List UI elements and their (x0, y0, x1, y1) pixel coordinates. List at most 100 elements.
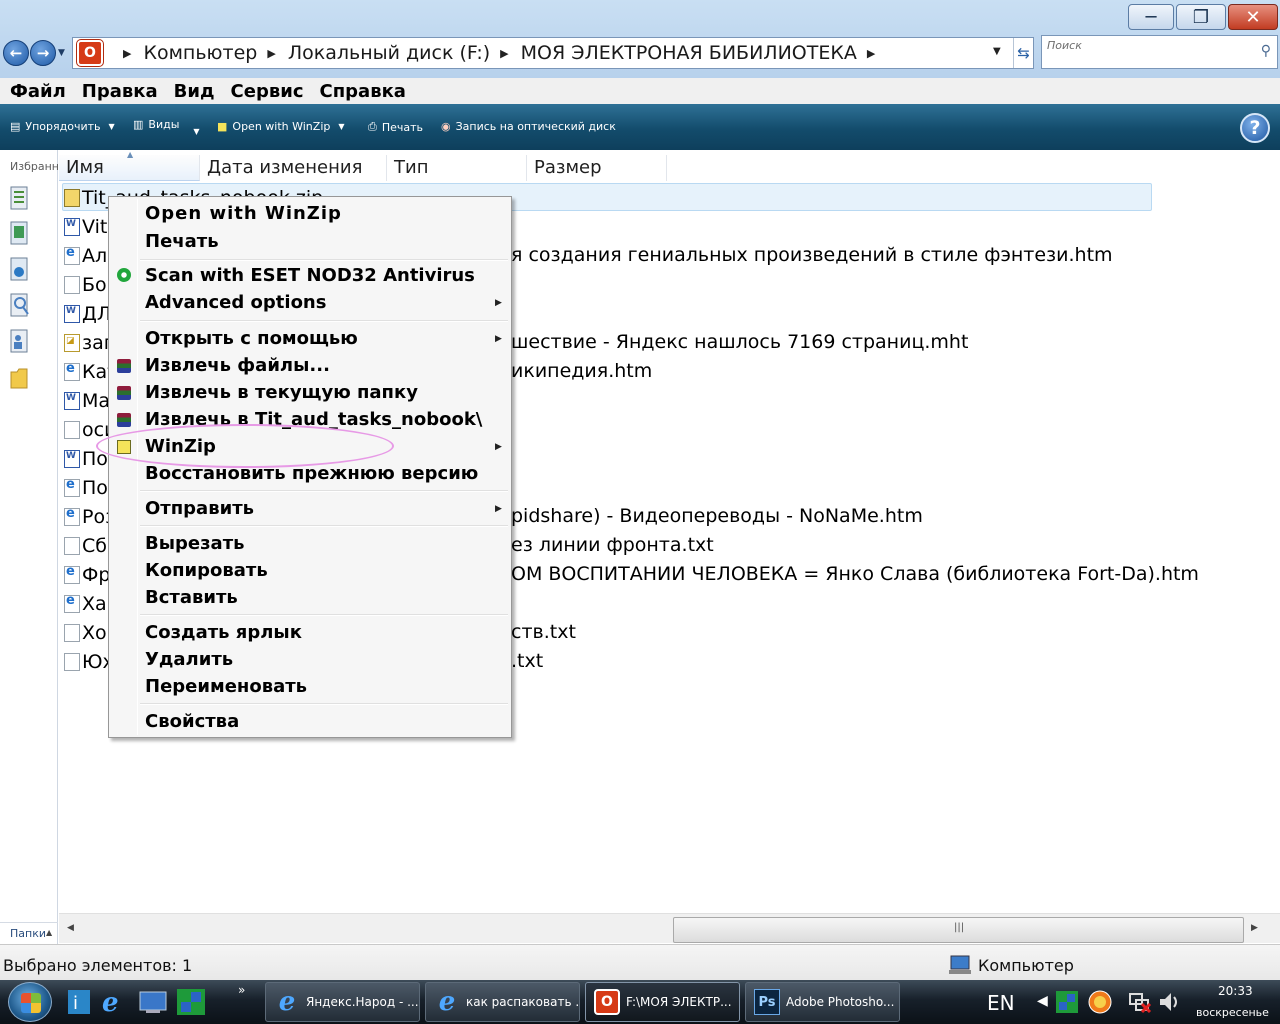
chevron-up-icon[interactable]: ▲ (46, 928, 52, 937)
volume-icon[interactable] (1158, 990, 1182, 1014)
menu-tools[interactable]: Сервис (231, 81, 304, 102)
menu-separator (140, 320, 508, 322)
task-button[interactable]: O F:\МОЯ ЭЛЕКТР... (585, 982, 740, 1022)
file-row[interactable]: По (64, 473, 108, 502)
close-button[interactable]: ✕ (1228, 4, 1278, 30)
menu-separator (140, 614, 508, 616)
file-name: Vit (82, 215, 108, 238)
file-row[interactable]: ДЛ (64, 299, 111, 328)
ie-icon: e (438, 987, 456, 1017)
column-type[interactable]: Тип (387, 155, 527, 181)
htm-file-icon (64, 245, 80, 265)
views-button[interactable]: ▥ Виды ▼ (133, 113, 200, 136)
file-name-tail: шествие - Яндекс нашлось 7169 страниц.mh… (511, 331, 969, 353)
scrollbar-thumb[interactable]: ||| (673, 917, 1244, 943)
public-folder-icon[interactable] (9, 328, 31, 354)
windows-start-icon[interactable] (8, 982, 52, 1022)
clock-time[interactable]: 20:33 (1218, 984, 1253, 998)
network-tool-icon[interactable]: i (64, 988, 94, 1016)
file-row[interactable]: заг (64, 328, 114, 357)
switch-windows-icon[interactable] (1055, 990, 1079, 1014)
file-row[interactable]: Юх (64, 647, 114, 676)
menu-file[interactable]: Файл (10, 81, 66, 102)
breadcrumb-separator[interactable]: ▶ (267, 47, 275, 60)
breadcrumb-separator[interactable]: ▶ (123, 47, 131, 60)
scroll-left-icon[interactable]: ◀ (67, 923, 74, 933)
tray-expand-icon[interactable]: ◀ (1037, 993, 1048, 1009)
sync-tray-icon[interactable] (1088, 990, 1112, 1014)
menu-item-create-shortcut[interactable]: Создать ярлык (145, 622, 302, 643)
menu-item-delete[interactable]: Удалить (145, 649, 233, 670)
file-row[interactable]: Ал (64, 241, 107, 270)
menu-item-scan-eset[interactable]: Scan with ESET NOD32 Antivirus (145, 265, 475, 286)
forward-button[interactable]: → (30, 40, 56, 66)
chevron-down-icon: ▼ (193, 127, 200, 136)
file-row[interactable]: Фр (64, 560, 110, 589)
folder-icon[interactable] (9, 364, 31, 390)
address-dropdown[interactable]: ▼ (993, 46, 1001, 57)
refresh-icon: ⇆ (1017, 44, 1030, 62)
network-icon[interactable] (1128, 990, 1152, 1014)
search-folder-icon[interactable] (9, 292, 31, 318)
scroll-right-icon[interactable]: ▶ (1251, 923, 1258, 933)
menu-item-rename[interactable]: Переименовать (145, 676, 307, 697)
menu-item-print[interactable]: Печать (145, 231, 219, 252)
menu-item-open-winzip[interactable]: Open with WinZip (145, 203, 342, 224)
task-label: F:\МОЯ ЭЛЕКТР... (626, 995, 732, 1009)
print-button[interactable]: ⎙ Печать (368, 120, 423, 134)
search-input[interactable]: Поиск ⚲ (1041, 35, 1278, 69)
navigation-pane: Избранн (0, 150, 58, 944)
language-indicator[interactable]: EN (987, 991, 1015, 1015)
menu-edit[interactable]: Правка (82, 81, 158, 102)
menu-item-advanced-options[interactable]: Advanced options (145, 292, 326, 313)
horizontal-scrollbar[interactable]: ◀ ||| ▶ (59, 913, 1280, 943)
burn-disc-button[interactable]: ◉ Запись на оптический диск (441, 120, 616, 133)
file-name-tail: pidshare) - Видеопереводы - NoNaMe.htm (511, 505, 923, 527)
computer-icon (949, 955, 971, 974)
file-row[interactable]: Vit (64, 212, 107, 241)
ie-icon[interactable]: e (102, 988, 132, 1018)
quick-launch-more[interactable]: » (238, 983, 245, 997)
file-row[interactable]: Ма (64, 386, 110, 415)
column-size[interactable]: Размер (527, 155, 667, 181)
menu-item-extract-files[interactable]: Извлечь файлы... (145, 355, 330, 376)
pictures-icon[interactable] (9, 220, 31, 246)
address-bar[interactable]: O ▶ Компьютер ▶ Локальный диск (F:) ▶ МО… (72, 37, 1034, 69)
folders-label: Папки (10, 927, 46, 940)
task-button[interactable]: e как распаковать ... (425, 982, 580, 1022)
menu-item-extract-here[interactable]: Извлечь в текущую папку (145, 382, 418, 403)
menu-view[interactable]: Вид (174, 81, 215, 102)
print-label: Печать (381, 120, 423, 134)
forward-icon: → (36, 44, 50, 62)
open-with-winzip-button[interactable]: ■ Open with WinZip ▼ (217, 120, 345, 133)
menu-help[interactable]: Справка (320, 81, 406, 102)
column-date-modified[interactable]: Дата изменения (200, 155, 387, 181)
menu-item-cut[interactable]: Вырезать (145, 533, 245, 554)
minimize-button[interactable]: ─ (1128, 4, 1174, 30)
menu-item-send-to[interactable]: Отправить (145, 498, 254, 519)
help-icon[interactable]: ? (1240, 113, 1270, 143)
back-button[interactable]: ← (3, 40, 29, 66)
menu-item-properties[interactable]: Свойства (145, 711, 239, 732)
refresh-button[interactable]: ⇆ (1013, 38, 1033, 68)
breadcrumb-computer[interactable]: Компьютер (143, 42, 257, 64)
organize-icon: ▤ (10, 120, 21, 133)
breadcrumb-separator[interactable]: ▶ (867, 47, 875, 60)
menu-item-paste[interactable]: Вставить (145, 587, 238, 608)
documents-icon[interactable] (9, 185, 31, 211)
music-icon[interactable] (9, 256, 31, 282)
switch-windows-icon[interactable] (176, 988, 206, 1016)
menu-item-open-with[interactable]: Открыть с помощью (145, 328, 358, 349)
breadcrumb-separator[interactable]: ▶ (500, 47, 508, 60)
breadcrumb-folder[interactable]: МОЯ ЭЛЕКТРОНАЯ БИБИЛИОТЕКА (521, 42, 857, 64)
task-button[interactable]: e Яндекс.Народ - ... (265, 982, 420, 1022)
breadcrumb-drive[interactable]: Локальный диск (F:) (288, 42, 490, 64)
search-placeholder: Поиск (1047, 39, 1082, 52)
menu-item-copy[interactable]: Копировать (145, 560, 268, 581)
show-desktop-icon[interactable] (138, 988, 168, 1016)
recent-pages-dropdown[interactable]: ▼ (58, 48, 65, 58)
organize-button[interactable]: ▤ Упорядочить ▼ (10, 120, 115, 133)
task-button[interactable]: Ps Adobe Photosho... (745, 982, 900, 1022)
maximize-button[interactable]: ❐ (1176, 4, 1226, 30)
search-icon[interactable]: ⚲ (1261, 43, 1271, 59)
